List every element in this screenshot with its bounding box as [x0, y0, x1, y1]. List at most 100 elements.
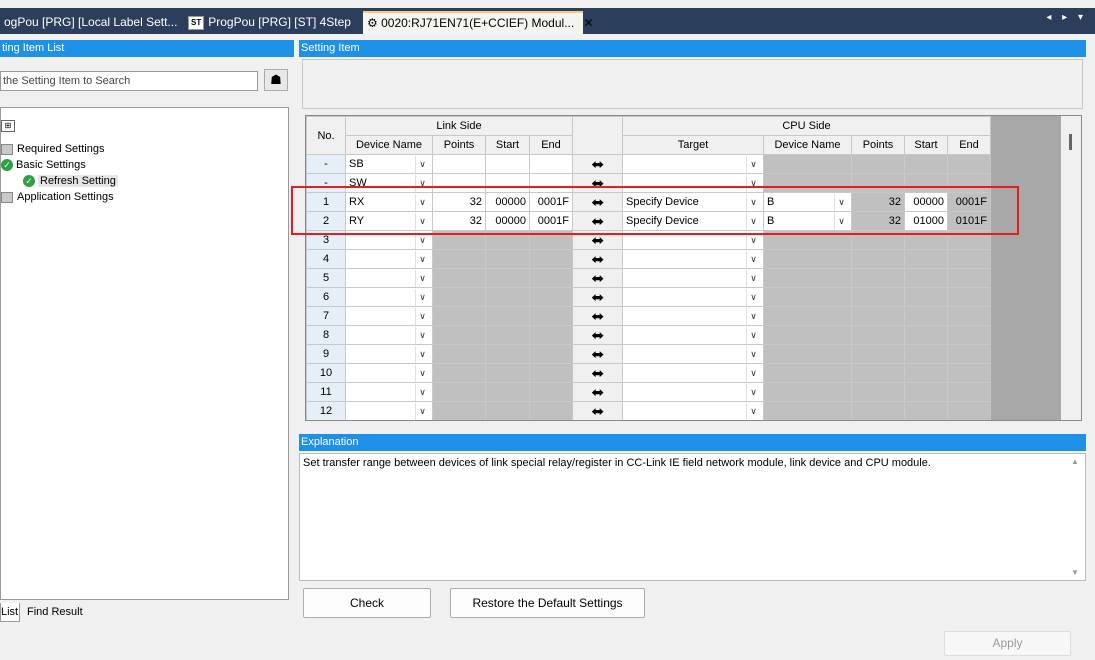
- restore-default-settings-button[interactable]: Restore the Default Settings: [450, 588, 645, 618]
- link-device-name-select[interactable]: ∨: [345, 325, 433, 345]
- link-start-cell[interactable]: [485, 154, 530, 174]
- target-select[interactable]: ∨: [622, 325, 764, 345]
- chevron-down-icon[interactable]: ∨: [415, 250, 429, 268]
- link-points-cell[interactable]: [432, 173, 486, 193]
- explanation-scrollbar[interactable]: ▲ ▼: [1068, 455, 1084, 579]
- link-end-cell: [529, 363, 573, 383]
- chevron-down-icon[interactable]: ∨: [415, 364, 429, 382]
- binoculars-icon[interactable]: ☗: [264, 69, 288, 91]
- chevron-down-icon[interactable]: ∨: [415, 345, 429, 363]
- tab-find-result[interactable]: Find Result: [23, 603, 87, 622]
- tree-item-basic-settings[interactable]: ✓ Basic Settings: [1, 158, 86, 172]
- target-select[interactable]: ∨: [622, 154, 764, 174]
- link-device-name-select[interactable]: ∨: [345, 249, 433, 269]
- cpu-points-cell: [851, 344, 905, 364]
- link-device-name-select[interactable]: ∨: [345, 363, 433, 383]
- grid-vertical-scrollbar[interactable]: [1061, 116, 1081, 420]
- chevron-down-icon[interactable]: ∨: [746, 212, 760, 230]
- tab-local-label-setting[interactable]: ogPou [PRG] [Local Label Sett...: [0, 11, 180, 34]
- chevron-down-icon[interactable]: ∨: [746, 326, 760, 344]
- chevron-down-icon[interactable]: ∨: [746, 364, 760, 382]
- link-device-name-select[interactable]: ∨: [345, 382, 433, 402]
- target-select[interactable]: ∨: [622, 249, 764, 269]
- target-select[interactable]: ∨: [622, 287, 764, 307]
- target-select[interactable]: ∨: [622, 173, 764, 193]
- tab-list[interactable]: List: [0, 603, 20, 622]
- tab-st-program[interactable]: ST ProgPou [PRG] [ST] 4Step: [184, 11, 356, 34]
- chevron-down-icon[interactable]: ∨: [746, 288, 760, 306]
- cpu-device-name-select[interactable]: B ∨: [763, 192, 852, 212]
- chevron-down-icon[interactable]: ∨: [415, 193, 429, 211]
- tab-navigation-arrows[interactable]: ◂ ▸ ▾: [1046, 12, 1087, 23]
- scroll-up-icon[interactable]: ▲: [1071, 457, 1079, 466]
- chevron-down-icon[interactable]: ∨: [746, 402, 760, 420]
- chevron-down-icon[interactable]: ∨: [415, 231, 429, 249]
- link-points-cell[interactable]: [432, 154, 486, 174]
- column-header-cpu-end: End: [947, 135, 991, 155]
- link-device-name-select[interactable]: ∨: [345, 344, 433, 364]
- cpu-device-name-select[interactable]: B ∨: [763, 211, 852, 231]
- chevron-down-icon[interactable]: ∨: [415, 174, 429, 192]
- target-select[interactable]: Specify Device ∨: [622, 211, 764, 231]
- chevron-down-icon[interactable]: ∨: [746, 307, 760, 325]
- tree-expand-collapse-icon[interactable]: ⊞: [1, 118, 15, 132]
- target-select[interactable]: Specify Device ∨: [622, 192, 764, 212]
- tab-module-parameter[interactable]: ⚙ 0020:RJ71EN71(E+CCIEF) Modul... ✕: [363, 11, 594, 34]
- target-select[interactable]: ∨: [622, 382, 764, 402]
- target-select[interactable]: ∨: [622, 306, 764, 326]
- chevron-down-icon[interactable]: ∨: [746, 383, 760, 401]
- link-device-name-select[interactable]: SB ∨: [345, 154, 433, 174]
- link-device-name-select[interactable]: ∨: [345, 287, 433, 307]
- chevron-down-icon[interactable]: ∨: [834, 193, 848, 211]
- chevron-down-icon[interactable]: ∨: [415, 155, 429, 173]
- target-select[interactable]: ∨: [622, 344, 764, 364]
- cpu-start-cell[interactable]: 01000: [904, 211, 948, 231]
- chevron-down-icon[interactable]: ∨: [746, 231, 760, 249]
- apply-button[interactable]: Apply: [944, 631, 1071, 656]
- target-select[interactable]: ∨: [622, 230, 764, 250]
- link-start-cell[interactable]: [485, 173, 530, 193]
- close-tab-icon[interactable]: ✕: [584, 16, 594, 30]
- chevron-down-icon[interactable]: ∨: [415, 269, 429, 287]
- chevron-down-icon[interactable]: ∨: [746, 269, 760, 287]
- chevron-down-icon[interactable]: ∨: [415, 307, 429, 325]
- transfer-direction-cell: [572, 230, 623, 250]
- link-device-name-select[interactable]: ∨: [345, 230, 433, 250]
- link-device-name-select[interactable]: ∨: [345, 401, 433, 420]
- link-device-name-select[interactable]: SW ∨: [345, 173, 433, 193]
- link-device-name-select[interactable]: ∨: [345, 306, 433, 326]
- chevron-down-icon[interactable]: ∨: [415, 326, 429, 344]
- chevron-down-icon[interactable]: ∨: [746, 174, 760, 192]
- target-select[interactable]: ∨: [622, 401, 764, 420]
- link-start-cell[interactable]: 00000: [485, 192, 530, 212]
- link-points-cell[interactable]: 32: [432, 192, 486, 212]
- tree-item-application-settings[interactable]: Application Settings: [1, 190, 114, 204]
- transfer-direction-cell: [572, 211, 623, 231]
- check-button[interactable]: Check: [303, 588, 431, 618]
- chevron-down-icon[interactable]: ∨: [834, 212, 848, 230]
- tree-item-required-settings[interactable]: Required Settings: [1, 142, 104, 156]
- chevron-down-icon[interactable]: ∨: [746, 250, 760, 268]
- chevron-down-icon[interactable]: ∨: [415, 402, 429, 420]
- target-select[interactable]: ∨: [622, 363, 764, 383]
- target-select[interactable]: ∨: [622, 268, 764, 288]
- cpu-device-name-select: [763, 173, 852, 193]
- link-device-name-select[interactable]: RX ∨: [345, 192, 433, 212]
- chevron-down-icon[interactable]: ∨: [746, 193, 760, 211]
- link-points-cell[interactable]: 32: [432, 211, 486, 231]
- tree-item-refresh-setting[interactable]: ✓ Refresh Setting: [23, 174, 118, 188]
- table-row: 5 ∨ ∨: [306, 268, 991, 288]
- chevron-down-icon[interactable]: ∨: [415, 212, 429, 230]
- link-start-cell[interactable]: 00000: [485, 211, 530, 231]
- chevron-down-icon[interactable]: ∨: [746, 155, 760, 173]
- table-row: 9 ∨ ∨: [306, 344, 991, 364]
- chevron-down-icon[interactable]: ∨: [415, 288, 429, 306]
- checkmark-icon: ✓: [23, 175, 35, 188]
- link-device-name-select[interactable]: ∨: [345, 268, 433, 288]
- cpu-start-cell[interactable]: 00000: [904, 192, 948, 212]
- scroll-down-icon[interactable]: ▼: [1071, 568, 1079, 577]
- setting-item-search-input[interactable]: the Setting Item to Search: [0, 71, 258, 91]
- chevron-down-icon[interactable]: ∨: [415, 383, 429, 401]
- chevron-down-icon[interactable]: ∨: [746, 345, 760, 363]
- link-device-name-select[interactable]: RY ∨: [345, 211, 433, 231]
